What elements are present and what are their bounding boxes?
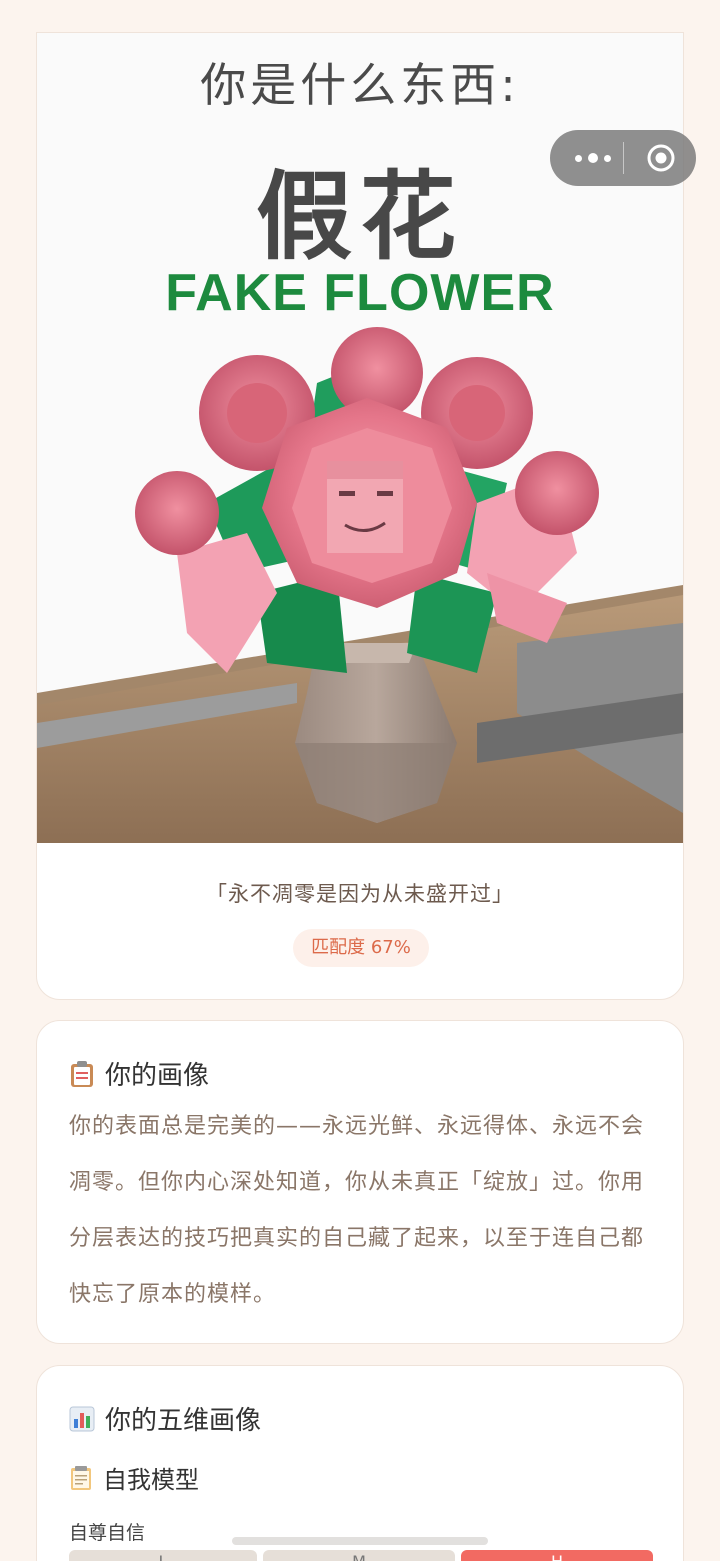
match-badge: 匹配度 67% (293, 929, 429, 967)
clipboard-icon (69, 1060, 95, 1088)
dimensions-heading: 你的五维画像 (105, 1406, 262, 1436)
portrait-heading: 你的画像 (105, 1061, 210, 1091)
result-page: 你是什么东西: 假花 FAKE FLOWER 「永不凋零是因为从未盛开过」 匹配… (0, 0, 720, 1561)
self-model-title: 自我模型 (103, 1466, 199, 1494)
portrait-card: 你的画像 你的表面总是完美的——永远光鲜、永远得体、永远不会凋零。但你内心深处知… (36, 1020, 684, 1344)
scroll-indicator[interactable] (232, 1537, 488, 1545)
self-model-header: 自我模型 (69, 1460, 199, 1495)
level-m: M (263, 1550, 455, 1561)
dimension-label: 自尊自信 (69, 1522, 146, 1544)
result-question: 你是什么东西: (200, 58, 520, 112)
dimensions-header: 你的五维画像 (69, 1400, 261, 1437)
level-l: L (69, 1550, 257, 1561)
dimensions-card: 你的五维画像 自我模型 自尊自信 L M H (36, 1365, 684, 1561)
bar-chart-icon (69, 1405, 95, 1433)
capsule-divider (623, 142, 624, 174)
close-target-icon[interactable] (646, 143, 676, 173)
more-button[interactable] (564, 130, 622, 186)
more-dot-icon (588, 153, 598, 163)
result-subtitle: FAKE FLOWER (165, 264, 555, 322)
result-quote: 「永不凋零是因为从未盛开过」 (206, 882, 514, 906)
dimension-levels: L M H (69, 1550, 653, 1561)
capsule-menu (550, 130, 696, 186)
portrait-header: 你的画像 (69, 1055, 209, 1092)
level-h-selected: H (461, 1550, 653, 1561)
notepad-icon (69, 1465, 93, 1491)
more-dot-icon (575, 154, 582, 162)
more-dot-icon (604, 154, 611, 162)
portrait-description: 你的表面总是完美的——永远光鲜、永远得体、永远不会凋零。但你内心深处知道，你从未… (69, 1114, 645, 1307)
